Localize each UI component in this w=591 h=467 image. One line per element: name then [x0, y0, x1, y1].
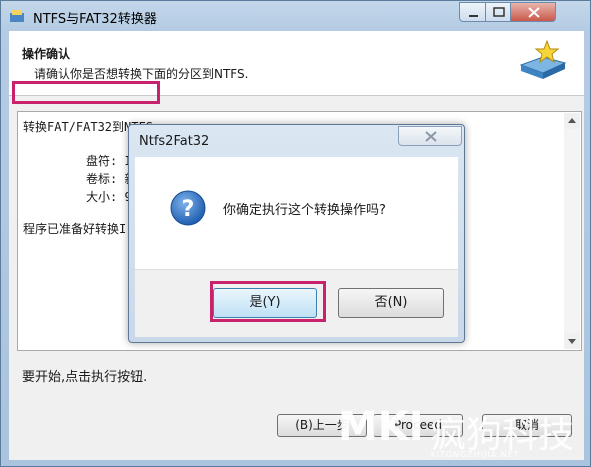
watermark-logo: MKI — [338, 404, 424, 450]
scroll-down-button[interactable] — [564, 333, 580, 349]
size-line: 大小: 9 — [86, 190, 132, 204]
close-icon — [528, 7, 540, 18]
arrow-down-icon — [568, 339, 576, 344]
highlight-box-operation — [12, 81, 160, 104]
drive-letter-line: 盘符: I — [86, 154, 132, 168]
minimize-button[interactable] — [459, 2, 486, 22]
svg-text:?: ? — [182, 197, 195, 222]
scrollbar-track[interactable] — [564, 129, 580, 333]
dialog-title: Ntfs2Fat32 — [139, 134, 210, 149]
app-icon — [10, 10, 24, 22]
maximize-icon — [493, 7, 505, 17]
watermark-url: XITONGZHIJIA.NET — [430, 450, 520, 459]
question-icon: ? — [170, 190, 206, 226]
dialog-message: 你确定执行这个转换操作吗? — [223, 203, 386, 218]
maximize-button[interactable] — [485, 2, 511, 22]
star-drive-icon — [519, 39, 567, 79]
close-button[interactable] — [510, 2, 556, 22]
arrow-up-icon — [568, 118, 576, 123]
ready-line: 程序已准备好转换I — [23, 222, 127, 236]
watermark: MKI 疯狗科技 XITONGZHIJIA.NET — [338, 404, 588, 464]
dialog-body: ? 你确定执行这个转换操作吗? — [135, 157, 458, 269]
title-bar[interactable]: NTFS与FAT32转换器 — [1, 1, 590, 31]
highlight-box-yes — [210, 281, 326, 322]
minimize-icon — [469, 15, 478, 17]
no-button[interactable]: 否(N) — [338, 288, 444, 318]
header-subtitle: 请确认你是否想转换下面的分区到NTFS. — [34, 67, 249, 81]
scroll-up-button[interactable] — [564, 113, 580, 129]
header-title: 操作确认 — [22, 47, 71, 61]
window-title: NTFS与FAT32转换器 — [33, 12, 157, 27]
instruction-text: 要开始,点击执行按钮. — [22, 370, 148, 385]
dialog-close-button[interactable] — [398, 126, 462, 146]
close-icon — [425, 131, 437, 142]
